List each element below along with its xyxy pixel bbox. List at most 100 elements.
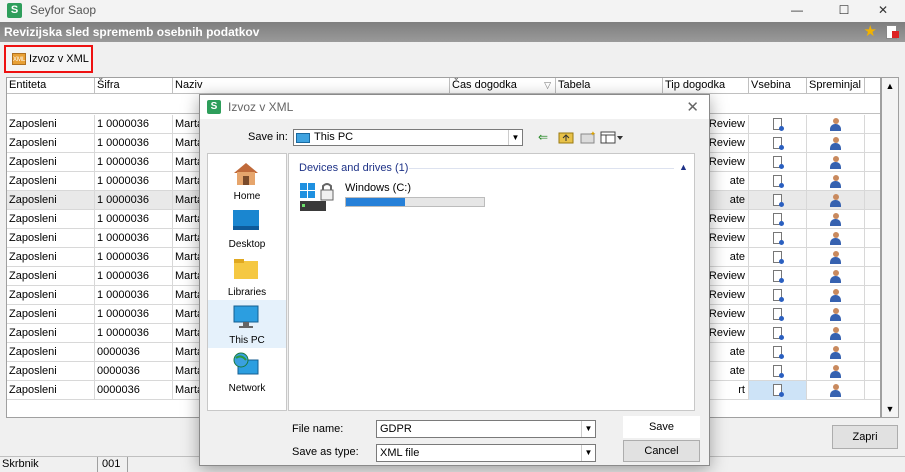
cell-spreminjal[interactable] xyxy=(807,134,865,153)
favorite-star-icon[interactable]: ★ xyxy=(864,24,877,39)
document-info-icon[interactable] xyxy=(773,118,784,131)
cell-spreminjal[interactable] xyxy=(807,305,865,324)
place-this-pc[interactable]: This PC xyxy=(208,300,286,348)
cell-vsebina[interactable] xyxy=(749,115,807,134)
chevron-up-icon[interactable]: ▲ xyxy=(679,162,688,172)
document-info-icon[interactable] xyxy=(773,175,784,188)
dialog-close-icon[interactable]: ✕ xyxy=(686,98,699,116)
place-home[interactable]: Home xyxy=(208,156,286,204)
back-arrow-icon[interactable]: ⇐ xyxy=(538,130,548,145)
document-info-icon[interactable] xyxy=(773,213,784,226)
cell-vsebina[interactable] xyxy=(749,381,807,400)
cell-vsebina[interactable] xyxy=(749,362,807,381)
cell-spreminjal[interactable] xyxy=(807,115,865,134)
user-icon[interactable] xyxy=(830,270,841,283)
save-button[interactable]: Save xyxy=(623,416,700,438)
cell-spreminjal[interactable] xyxy=(807,343,865,362)
cell-vsebina[interactable] xyxy=(749,343,807,362)
save-in-select[interactable]: This PC ▼ xyxy=(293,129,523,146)
cell-spreminjal[interactable] xyxy=(807,229,865,248)
chevron-down-icon[interactable]: ▼ xyxy=(508,130,522,145)
cell-spreminjal[interactable] xyxy=(807,172,865,191)
column-header-entiteta[interactable]: Entiteta xyxy=(7,78,95,94)
user-icon[interactable] xyxy=(830,137,841,150)
up-folder-icon[interactable] xyxy=(558,130,574,145)
cell-vsebina[interactable] xyxy=(749,153,807,172)
user-icon[interactable] xyxy=(830,327,841,340)
cell-spreminjal[interactable] xyxy=(807,191,865,210)
cell-spreminjal[interactable] xyxy=(807,286,865,305)
file-name-input[interactable]: GDPR ▼ xyxy=(376,420,596,438)
grid-scrollbar[interactable]: ▲ ▼ xyxy=(881,77,899,418)
place-desktop[interactable]: Desktop xyxy=(208,204,286,252)
document-info-icon[interactable] xyxy=(773,289,784,302)
document-info-icon[interactable] xyxy=(773,251,784,264)
cell-spreminjal[interactable] xyxy=(807,381,865,400)
cell-vsebina[interactable] xyxy=(749,267,807,286)
place-libraries[interactable]: Libraries xyxy=(208,252,286,300)
cell-spreminjal[interactable] xyxy=(807,362,865,381)
save-type-select[interactable]: XML file ▼ xyxy=(376,444,596,462)
cell-vsebina[interactable] xyxy=(749,286,807,305)
document-info-icon[interactable] xyxy=(773,308,784,321)
cell-spreminjal[interactable] xyxy=(807,153,865,172)
user-icon[interactable] xyxy=(830,365,841,378)
scroll-down-icon[interactable]: ▼ xyxy=(882,401,898,417)
exit-icon[interactable] xyxy=(886,25,899,39)
user-icon[interactable] xyxy=(830,251,841,264)
document-info-icon[interactable] xyxy=(773,327,784,340)
document-info-icon[interactable] xyxy=(773,194,784,207)
drive-c[interactable]: Windows (C:) xyxy=(299,182,499,216)
user-icon[interactable] xyxy=(830,156,841,169)
column-header-sifra[interactable]: Šifra xyxy=(95,78,173,94)
devices-group-title[interactable]: Devices and drives (1) xyxy=(299,162,408,174)
cell-vsebina[interactable] xyxy=(749,191,807,210)
cell-vsebina[interactable] xyxy=(749,248,807,267)
document-info-icon[interactable] xyxy=(773,346,784,359)
cell-vsebina[interactable] xyxy=(749,229,807,248)
document-info-icon[interactable] xyxy=(773,384,784,397)
cell-vsebina[interactable] xyxy=(749,134,807,153)
chevron-down-icon[interactable]: ▼ xyxy=(581,421,595,437)
user-icon[interactable] xyxy=(830,232,841,245)
user-icon[interactable] xyxy=(830,213,841,226)
user-icon[interactable] xyxy=(830,118,841,131)
new-folder-icon[interactable]: ✦ xyxy=(580,130,596,145)
export-xml-button[interactable]: XML Izvoz v XML xyxy=(4,45,93,73)
user-icon[interactable] xyxy=(830,346,841,359)
document-info-icon[interactable] xyxy=(773,137,784,150)
cell-vsebina[interactable] xyxy=(749,210,807,229)
column-header-cas[interactable]: Čas dogodka ▽ xyxy=(450,78,556,94)
maximize-button[interactable]: ☐ xyxy=(822,0,866,22)
column-header-tip[interactable]: Tip dogodka xyxy=(663,78,749,94)
cell-spreminjal[interactable] xyxy=(807,324,865,343)
column-header-tabela[interactable]: Tabela xyxy=(556,78,663,94)
cancel-button[interactable]: Cancel xyxy=(623,440,700,462)
cell-spreminjal[interactable] xyxy=(807,267,865,286)
cell-entiteta: Zaposleni xyxy=(7,362,95,381)
cell-vsebina[interactable] xyxy=(749,324,807,343)
column-header-naziv[interactable]: Naziv xyxy=(173,78,450,94)
column-header-vsebina[interactable]: Vsebina xyxy=(749,78,807,94)
document-info-icon[interactable] xyxy=(773,232,784,245)
user-icon[interactable] xyxy=(830,175,841,188)
close-button[interactable]: Zapri xyxy=(832,425,898,449)
column-header-spreminjal[interactable]: Spreminjal xyxy=(807,78,865,94)
close-window-button[interactable]: ✕ xyxy=(861,0,905,22)
document-info-icon[interactable] xyxy=(773,270,784,283)
user-icon[interactable] xyxy=(830,194,841,207)
user-icon[interactable] xyxy=(830,308,841,321)
chevron-down-icon[interactable]: ▼ xyxy=(581,445,595,461)
view-menu-icon[interactable] xyxy=(600,130,624,145)
minimize-button[interactable]: — xyxy=(775,0,819,22)
cell-spreminjal[interactable] xyxy=(807,248,865,267)
user-icon[interactable] xyxy=(830,384,841,397)
scroll-up-icon[interactable]: ▲ xyxy=(882,78,898,94)
document-info-icon[interactable] xyxy=(773,365,784,378)
user-icon[interactable] xyxy=(830,289,841,302)
cell-vsebina[interactable] xyxy=(749,172,807,191)
cell-vsebina[interactable] xyxy=(749,305,807,324)
place-network[interactable]: Network xyxy=(208,348,286,396)
cell-spreminjal[interactable] xyxy=(807,210,865,229)
document-info-icon[interactable] xyxy=(773,156,784,169)
